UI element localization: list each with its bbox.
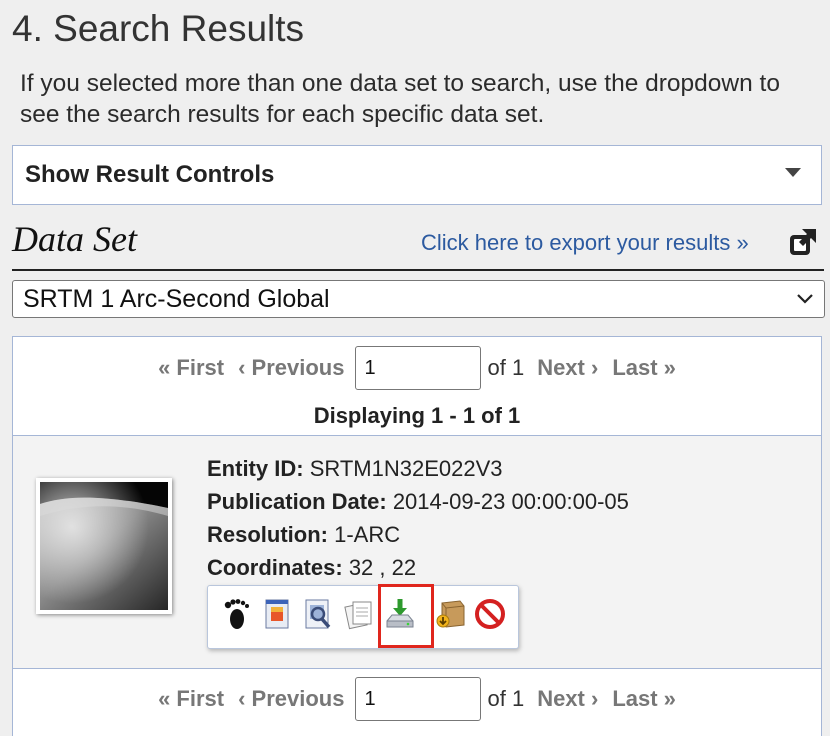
entity-id-line: Entity ID: SRTM1N32E022V3 — [207, 452, 629, 485]
page-number-input[interactable] — [355, 346, 482, 390]
chevron-down-icon — [797, 294, 813, 304]
pager-first-link[interactable]: « First — [158, 355, 224, 381]
result-thumbnail[interactable] — [36, 478, 172, 614]
pager-first-link[interactable]: « First — [158, 686, 224, 712]
publication-date-line: Publication Date: 2014-09-23 00:00:00-05 — [207, 485, 629, 518]
footprint-icon[interactable] — [218, 594, 254, 634]
result-toolbar — [207, 584, 519, 649]
pager-previous-link[interactable]: ‹ Previous — [238, 355, 344, 381]
resolution-line: Resolution: 1-ARC — [207, 518, 629, 551]
external-link-icon[interactable] — [787, 226, 819, 258]
pager-next-link[interactable]: Next › — [537, 686, 598, 712]
dataset-divider — [12, 269, 824, 271]
bulk-download-icon[interactable] — [432, 594, 468, 634]
pager-last-link[interactable]: Last » — [612, 355, 676, 381]
results-panel: « First ‹ Previous of 1 Next › Last » Di… — [12, 336, 822, 736]
download-highlight-box — [378, 584, 434, 648]
coordinates-line: Coordinates: 32 , 22 — [207, 551, 629, 584]
entity-id-value: SRTM1N32E022V3 — [309, 456, 503, 481]
elevation-thumbnail-image — [40, 482, 168, 610]
pager-previous-link[interactable]: ‹ Previous — [238, 686, 344, 712]
result-bottom-divider — [13, 668, 821, 669]
compare-icon[interactable] — [341, 594, 377, 634]
resolution-value: 1-ARC — [334, 522, 401, 547]
export-results-link[interactable]: Click here to export your results » — [421, 230, 749, 256]
publication-date-label: Publication Date: — [207, 489, 387, 514]
exclude-icon[interactable] — [472, 594, 508, 634]
displaying-count: Displaying 1 - 1 of 1 — [313, 403, 521, 428]
dataset-select[interactable]: SRTM 1 Arc-Second Global — [12, 280, 825, 318]
coordinates-value: 32 , 22 — [348, 555, 417, 580]
caret-down-icon — [785, 168, 801, 177]
result-controls-label: Show Result Controls — [25, 161, 275, 188]
metadata-overlay-icon[interactable] — [259, 594, 295, 634]
intro-text: If you selected more than one data set t… — [20, 70, 780, 128]
pager-next-link[interactable]: Next › — [537, 355, 598, 381]
dataset-selected-value: SRTM 1 Arc-Second Global — [23, 284, 330, 313]
dataset-heading: Data Set — [12, 219, 137, 259]
result-metadata: Entity ID: SRTM1N32E022V3 Publication Da… — [207, 452, 629, 584]
page-total-label: of 1 — [487, 355, 525, 380]
page-title: 4. Search Results — [12, 8, 305, 49]
publication-date-value: 2014-09-23 00:00:00-05 — [392, 489, 629, 514]
browse-preview-icon[interactable] — [300, 594, 336, 634]
page-number-input[interactable] — [355, 677, 482, 721]
coordinates-label: Coordinates: — [207, 555, 343, 580]
result-row: Entity ID: SRTM1N32E022V3 Publication Da… — [13, 436, 821, 669]
entity-id-label: Entity ID: — [207, 456, 304, 481]
pager-bottom: « First ‹ Previous of 1 Next › Last » — [13, 676, 821, 722]
pager-last-link[interactable]: Last » — [612, 686, 676, 712]
resolution-label: Resolution: — [207, 522, 328, 547]
pager-top: « First ‹ Previous of 1 Next › Last » — [13, 345, 821, 391]
page-total-label: of 1 — [487, 686, 525, 711]
show-result-controls-toggle[interactable]: Show Result Controls — [12, 145, 822, 205]
